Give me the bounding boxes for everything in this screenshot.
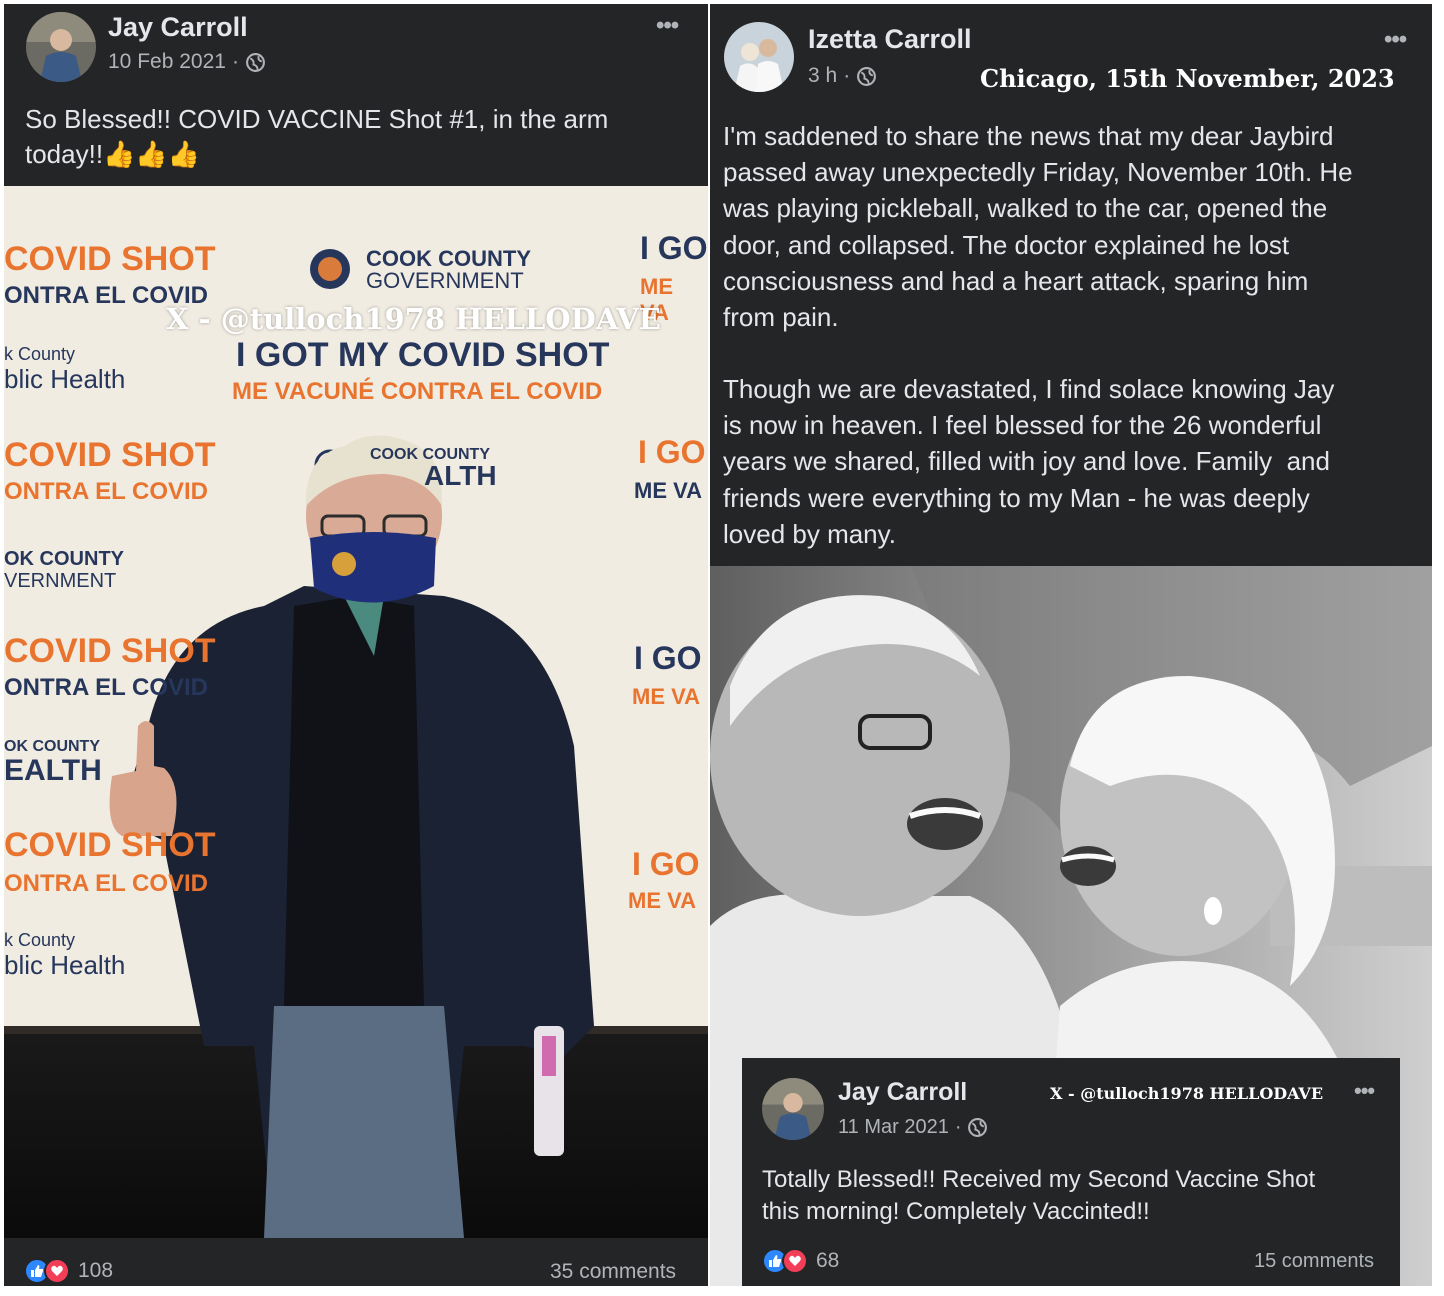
dateline-overlay: Chicago, 15th November, 2023 [980, 64, 1395, 93]
comments-count[interactable]: 15 comments [1254, 1250, 1374, 1273]
reaction-count: 108 [78, 1259, 114, 1282]
author-name[interactable]: Jay Carroll [108, 12, 248, 43]
post-paragraph-2: Though we are devastated, I find solace … [723, 374, 1335, 549]
reaction-summary[interactable]: 68 [762, 1248, 839, 1274]
comments-count[interactable]: 35 comments [550, 1260, 676, 1284]
author-name[interactable]: Jay Carroll [838, 1078, 967, 1107]
date-text[interactable]: 10 Feb 2021 [108, 50, 226, 74]
love-reaction-icon [782, 1248, 808, 1274]
post-time: 3 h · [808, 64, 877, 88]
author-name[interactable]: Izetta Carroll [808, 24, 972, 55]
globe-icon [856, 66, 877, 87]
post-text: Totally Blessed!! Received my Second Vac… [762, 1166, 1316, 1225]
more-options-icon[interactable]: ••• [1354, 1080, 1375, 1102]
love-reaction-icon [44, 1258, 70, 1284]
globe-icon [245, 52, 266, 73]
post-paragraph-1: I'm saddened to share the news that my d… [723, 121, 1353, 333]
watermark-overlay: X - @tulloch1978 HELLODAVE [166, 302, 661, 336]
post-date: 11 Mar 2021 · [838, 1116, 988, 1139]
more-options-icon[interactable]: ••• [1384, 28, 1407, 52]
left-facebook-post: Jay Carroll 10 Feb 2021 · ••• So Blessed… [4, 4, 708, 1286]
watermark-overlay: X - @tulloch1978 HELLODAVE [1050, 1084, 1324, 1103]
more-options-icon[interactable]: ••• [656, 14, 679, 38]
globe-icon [967, 1117, 988, 1138]
post-text: So Blessed!! COVID VACCINE Shot #1, in t… [25, 104, 609, 169]
post-date: 10 Feb 2021 · [108, 50, 266, 74]
jay-avatar[interactable] [762, 1078, 824, 1140]
izetta-avatar[interactable] [724, 22, 794, 92]
reaction-summary[interactable]: 108 [24, 1258, 113, 1284]
vaccine-photo[interactable]: COVID SHOT ONTRA EL COVID COOK COUNTY GO… [4, 186, 708, 1238]
jay-avatar[interactable] [26, 12, 96, 82]
reaction-count: 68 [816, 1249, 840, 1272]
inset-facebook-post: Jay Carroll X - @tulloch1978 HELLODAVE 1… [742, 1058, 1400, 1286]
date-text[interactable]: 11 Mar 2021 [838, 1116, 949, 1139]
time-text[interactable]: 3 h [808, 64, 837, 88]
